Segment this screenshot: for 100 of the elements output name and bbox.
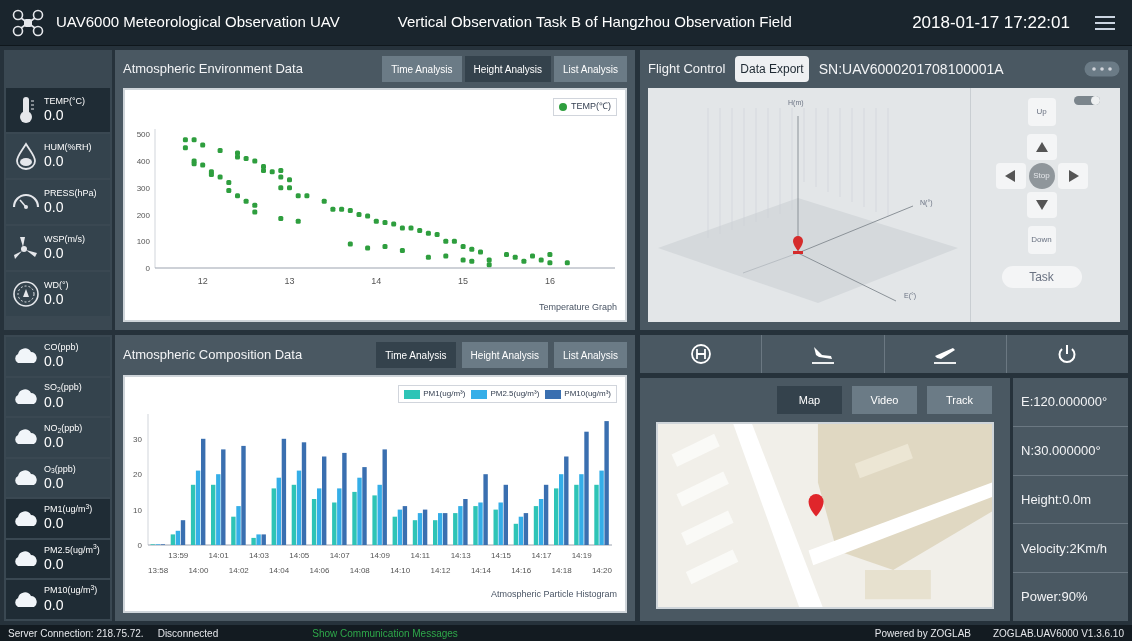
scatter-point [287,177,292,183]
analysis-tab[interactable]: Height Analysis [464,56,551,82]
sensor-label: SO$_{2}$(ppb) [44,382,82,394]
toggle-switch[interactable] [1074,96,1100,105]
scatter-point [217,147,223,153]
panel-title: Atmospheric Composition Data [123,346,303,365]
more-icon[interactable] [1084,61,1120,77]
axis-tick-label: 14:08 [349,566,370,575]
analysis-tab[interactable]: Time Analysis [382,56,462,82]
axis-tick-label: 14:03 [249,551,269,560]
task-button[interactable]: Task [1001,266,1082,288]
sensor-tile[interactable]: TEMP(°C) 0.0 [6,88,110,132]
axis-tick-label: 400 [136,157,150,167]
sensor-tile[interactable]: O$_{3}$(ppb) 0.0 [6,458,110,498]
sensor-tile[interactable]: WD(°) 0.0 [6,272,110,316]
connection-label: Server Connection: 218.75.72. [8,626,144,641]
axis-tick-label: 0 [137,541,142,550]
cloud-icon [13,388,39,405]
sensor-value: 0.0 [44,198,65,217]
axis-tick-label: 20 [133,470,142,480]
axis-tick-label: 500 [136,130,150,140]
sensor-label: HUM(%RH) [44,141,92,153]
sensor-tile[interactable]: HUM(%RH) 0.0 [6,134,110,178]
sensor-label: O$_{3}$(ppb) [44,463,76,475]
scatter-point [451,238,457,244]
arrow-left-button[interactable] [995,163,1026,189]
axis-tick-label: 14:06 [309,566,330,575]
scatter-point [304,193,310,199]
scatter-point [330,206,336,212]
analysis-tab[interactable]: List Analysis [553,56,627,82]
sensor-label: PRESS(hPa) [44,187,97,199]
analysis-tab[interactable]: Time Analysis [376,342,456,368]
sensor-tile[interactable]: PM1(ug/m$^{3}$) 0.0 [6,499,110,538]
compass-icon [12,280,40,308]
sensor-value: 0.0 [44,596,65,615]
arrow-up-button[interactable] [1026,134,1057,160]
sensor-tile[interactable]: CO(ppb) 0.0 [6,337,110,376]
sensor-tile[interactable]: NO$_{2}$(ppb) 0.0 [6,418,110,457]
axis-tick-label: 14:19 [571,551,592,560]
data-export-button[interactable]: Data Export [735,56,809,82]
scatter-point [521,258,527,264]
sensor-tile[interactable]: SO$_{2}$(ppb) 0.0 [6,377,110,417]
date-time: 2018-01-17 17:22:01 [912,11,1070,34]
view-tab[interactable]: Video [852,386,917,414]
app-title: UAV6000 Meteorological Observation UAV [56,12,340,33]
scatter-point [347,208,353,213]
sensor-tile[interactable]: WSP(m/s) 0.0 [6,226,110,270]
arrow-right-button[interactable] [1057,163,1088,189]
sensor-label: NO$_{2}$(ppb) [44,423,83,435]
scatter-point [200,162,206,168]
view-tab[interactable]: Map [777,386,842,414]
menu-icon[interactable] [1094,14,1116,31]
scatter-point [347,241,353,247]
arrow-down-button[interactable] [1026,192,1057,218]
messages-link[interactable]: Show Communication Messages [312,625,458,641]
telemetry-value: Velocity:2Km/h [1013,524,1128,574]
sensor-tile[interactable]: PM2.5(ug/m$^{3}$) 0.0 [6,539,110,579]
view-tab[interactable]: Track [927,386,992,414]
connection-status: Disconnected [157,626,219,641]
scatter-point [460,244,466,250]
axis-tick-label: 14:05 [289,551,310,560]
axis-tick-label: 14:16 [511,566,532,575]
chart-title: Temperature Graph [538,300,617,314]
scatter-point [278,185,284,191]
down-button[interactable]: Down [1027,226,1056,254]
scatter-point [399,248,405,254]
sensor-tile[interactable]: PM10(ug/m$^{3}$) 0.0 [6,580,110,620]
axis-tick-label: 14:09 [370,551,390,560]
scatter-point [182,137,188,143]
scatter-point [295,218,301,224]
sensor-value: 0.0 [44,152,65,171]
scatter-point [443,238,449,244]
axis-tick-label: 14:07 [329,551,350,560]
axis-tick-label: 14:01 [208,551,229,560]
sensor-label: TEMP(°C) [44,95,86,107]
scatter-point [182,145,188,151]
scatter-point [547,252,553,258]
chart-title: Atmospheric Particle Histogram [490,587,617,601]
axis-tick-label: 14 [371,276,382,286]
sensor-label: PM2.5(ug/m$^{3}$) [44,544,100,557]
serial-number: SN:UAV6000201708100001A [818,59,1004,79]
scatter-point [530,253,535,259]
legend-label: TEMP(℃) [571,100,611,113]
sensor-value: 0.0 [44,434,65,452]
up-button[interactable]: Up [1027,98,1056,126]
scatter-point [200,142,206,148]
axis-tick-label: 10 [133,505,142,515]
scatter-point [269,169,275,175]
analysis-tab[interactable]: List Analysis [553,342,627,368]
sensor-tile[interactable]: PRESS(hPa) 0.0 [6,180,110,224]
scatter-point [287,185,292,191]
scatter-point [243,198,249,204]
axis-tick-label: 200 [136,210,150,220]
scatter-point [295,193,301,199]
scatter-point [243,155,249,161]
sensor-label: WSP(m/s) [44,233,85,245]
analysis-tab[interactable]: Height Analysis [461,342,548,368]
scatter-point [512,254,518,260]
telemetry-value: Power:90% [1020,588,1089,607]
scatter-point [417,228,423,234]
